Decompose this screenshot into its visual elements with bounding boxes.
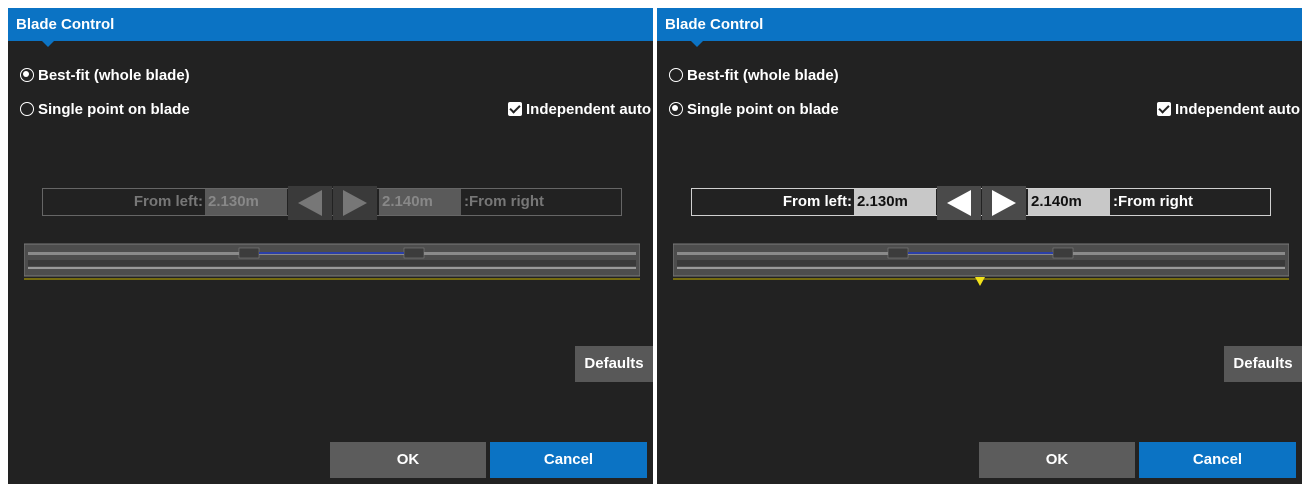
best-fit-label: Best-fit (whole blade)	[38, 66, 190, 84]
offset-box: From left: 2.130m 2.140m :From right	[42, 186, 622, 220]
independent-auto-label: Independent auto	[1175, 100, 1300, 118]
from-left-label: From left:	[133, 193, 203, 210]
single-point-label: Single point on blade	[38, 100, 190, 118]
offset-box: From left: 2.130m 2.140m :From right	[691, 186, 1271, 220]
independent-auto-checkbox[interactable]: Independent auto	[1157, 98, 1300, 120]
cancel-button[interactable]: Cancel	[1139, 442, 1296, 478]
radio-unselected-icon[interactable]	[669, 68, 683, 82]
ok-button[interactable]: OK	[330, 442, 486, 478]
checkbox-checked-icon[interactable]	[508, 102, 522, 116]
title-notch	[691, 41, 703, 47]
title-notch	[42, 41, 54, 47]
independent-auto-checkbox[interactable]: Independent auto	[508, 98, 651, 120]
single-point-label: Single point on blade	[687, 100, 839, 118]
left-arrow-icon	[947, 190, 971, 216]
single-point-option[interactable]: Single point on blade	[669, 98, 839, 120]
defaults-button[interactable]: Defaults	[1224, 346, 1302, 382]
from-left-value[interactable]: 2.130m	[854, 189, 936, 215]
blade-position-marker-icon	[975, 277, 985, 286]
from-right-value[interactable]: 2.140m	[379, 189, 461, 215]
right-arrow-icon	[343, 190, 367, 216]
right-arrow-icon	[992, 190, 1016, 216]
best-fit-option[interactable]: Best-fit (whole blade)	[669, 64, 839, 86]
blade-image	[673, 243, 1289, 286]
from-right-label: :From right	[464, 193, 544, 210]
defaults-button[interactable]: Defaults	[575, 346, 653, 382]
shift-right-button[interactable]	[982, 186, 1026, 220]
left-arrow-icon	[298, 190, 322, 216]
radio-selected-icon[interactable]	[669, 102, 683, 116]
ok-button[interactable]: OK	[979, 442, 1135, 478]
from-right-value[interactable]: 2.140m	[1028, 189, 1110, 215]
from-right-label: :From right	[1113, 193, 1193, 210]
shift-left-button[interactable]	[288, 186, 332, 220]
from-left-value[interactable]: 2.130m	[205, 189, 287, 215]
radio-selected-icon[interactable]	[20, 68, 34, 82]
radio-unselected-icon[interactable]	[20, 102, 34, 116]
shift-left-button[interactable]	[937, 186, 981, 220]
single-point-option[interactable]: Single point on blade	[20, 98, 190, 120]
best-fit-option[interactable]: Best-fit (whole blade)	[20, 64, 190, 86]
panel-title: Blade Control	[8, 8, 653, 41]
cancel-button[interactable]: Cancel	[490, 442, 647, 478]
checkbox-checked-icon[interactable]	[1157, 102, 1171, 116]
panel-title: Blade Control	[657, 8, 1302, 41]
blade-image	[24, 243, 640, 280]
shift-right-button[interactable]	[333, 186, 377, 220]
from-left-label: From left:	[782, 193, 852, 210]
blade-control-panel-left: Blade Control Best-fit (whole blade) Sin…	[8, 8, 653, 484]
blade-control-panel-right: Blade Control Best-fit (whole blade) Sin…	[657, 8, 1302, 484]
independent-auto-label: Independent auto	[526, 100, 651, 118]
best-fit-label: Best-fit (whole blade)	[687, 66, 839, 84]
